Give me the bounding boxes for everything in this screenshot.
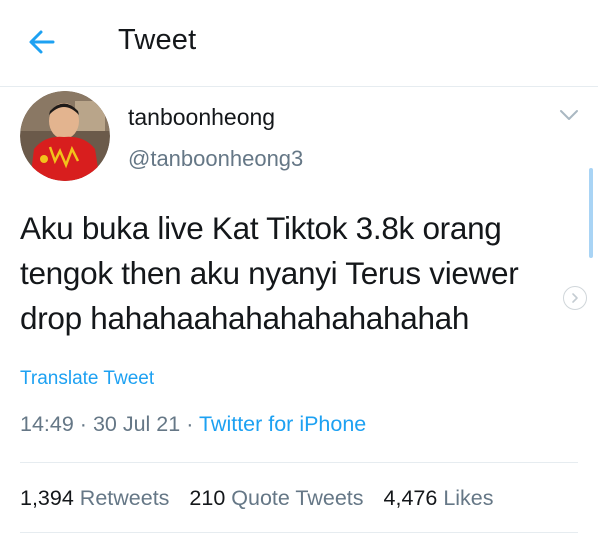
chevron-down-icon <box>560 110 578 120</box>
retweets-label: Retweets <box>79 486 170 510</box>
quote-tweets-count: 210 <box>189 486 226 510</box>
likes-stat[interactable]: 4,476 Likes <box>384 486 494 511</box>
display-name[interactable]: tanboonheong <box>128 104 275 131</box>
side-scroll-button[interactable] <box>563 286 587 310</box>
tweet-meta: 14:49 · 30 Jul 21 · Twitter for iPhone <box>20 412 366 437</box>
arrow-left-icon <box>29 30 55 54</box>
divider <box>20 532 578 533</box>
tweet-options-button[interactable] <box>556 104 582 126</box>
page-title: Tweet <box>118 24 197 56</box>
tweet-time: 14:49 <box>20 412 74 436</box>
tweet-text: Aku buka live Kat Tiktok 3.8k orang teng… <box>20 210 519 336</box>
likes-count: 4,476 <box>383 486 438 510</box>
avatar[interactable] <box>20 91 110 181</box>
quote-tweets-label: Quote Tweets <box>231 486 364 510</box>
divider <box>20 462 578 463</box>
translate-tweet-link[interactable]: Translate Tweet <box>20 368 154 390</box>
meta-separator: · <box>79 412 87 436</box>
top-bar: Tweet <box>0 0 598 87</box>
meta-separator: · <box>186 412 194 436</box>
back-button[interactable] <box>22 22 62 62</box>
tweet-stats: 1,394 Retweets 210 Quote Tweets 4,476 Li… <box>20 486 508 511</box>
user-avatar-icon <box>20 91 110 181</box>
retweets-stat[interactable]: 1,394 Retweets <box>20 486 169 511</box>
user-handle[interactable]: @tanboonheong3 <box>128 146 303 172</box>
chevron-right-circle-icon <box>572 293 578 303</box>
retweets-count: 1,394 <box>20 486 74 510</box>
scrollbar-thumb[interactable] <box>589 168 593 258</box>
quote-tweets-stat[interactable]: 210 Quote Tweets <box>189 486 363 511</box>
tweet-date: 30 Jul 21 <box>92 412 181 436</box>
tweet-source-link[interactable]: Twitter for iPhone <box>199 412 366 436</box>
likes-label: Likes <box>443 486 494 510</box>
